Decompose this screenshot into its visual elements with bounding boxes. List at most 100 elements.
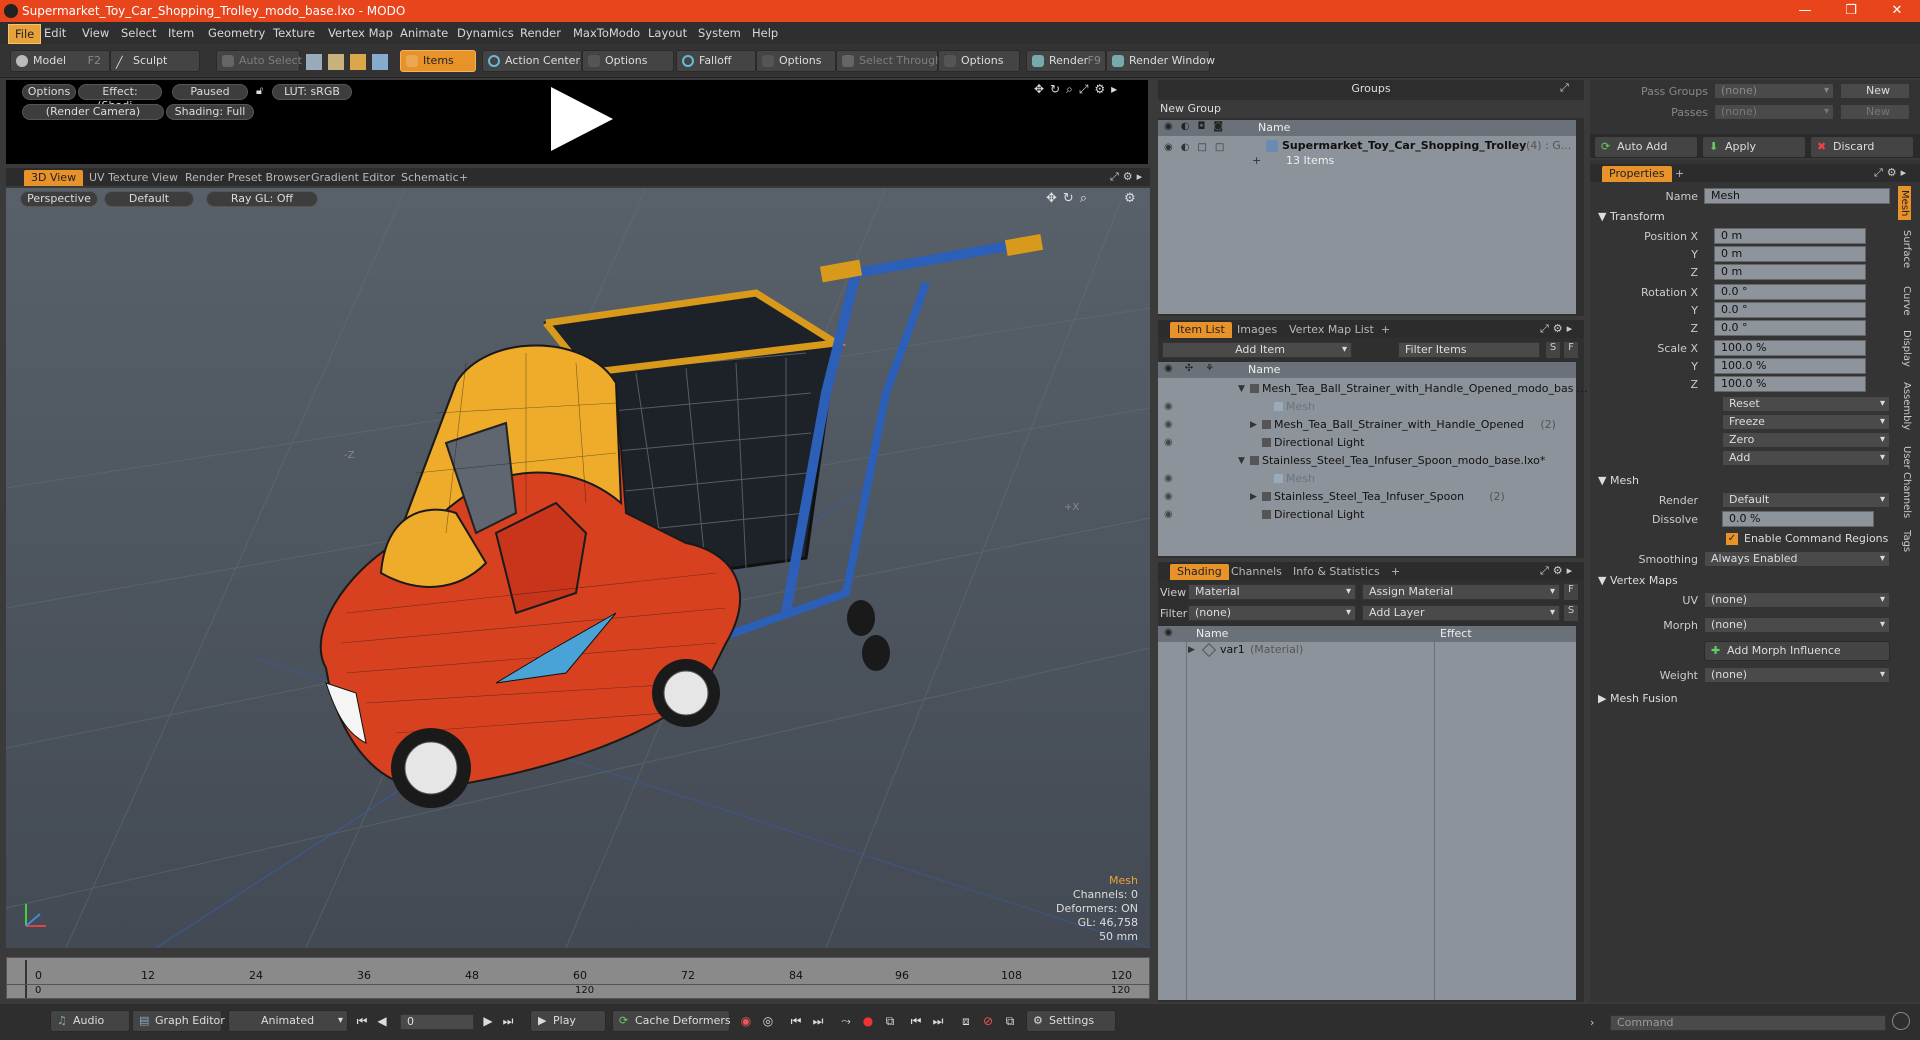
tab-shading[interactable]: Shading bbox=[1170, 564, 1229, 580]
preview-options-button[interactable]: Options bbox=[22, 84, 76, 100]
lock-icon[interactable]: 🔓︎ bbox=[256, 84, 268, 98]
add-tab-button[interactable]: + bbox=[1374, 322, 1397, 338]
skip-start-icon[interactable]: ⏮ bbox=[354, 1013, 370, 1029]
group-row-toggles[interactable]: ◉◐□□ bbox=[1164, 142, 1232, 153]
item-list-row[interactable]: ▼ Stainless_Steel_Tea_Infuser_Spoon_modo_… bbox=[1158, 452, 1576, 470]
item-list-row[interactable]: ▼ Mesh_Tea_Ball_Strainer_with_Handle_Open… bbox=[1158, 380, 1587, 398]
menu-item[interactable]: Item bbox=[168, 26, 194, 40]
panel-expand-icon[interactable]: ⤢ bbox=[1560, 81, 1569, 95]
tab-render-preset-browser[interactable]: Render Preset Browser bbox=[178, 170, 317, 186]
falloff-button[interactable]: Falloff bbox=[676, 50, 756, 72]
paused-toggle[interactable]: Paused bbox=[172, 84, 248, 100]
tab-info-statistics[interactable]: Info & Statistics bbox=[1286, 564, 1387, 580]
prev-key-icon[interactable]: ⏮ bbox=[788, 1013, 804, 1029]
visibility-eye-icon[interactable]: ◉ bbox=[1164, 416, 1173, 434]
sculpt-mode-button[interactable]: ╱ Sculpt bbox=[110, 50, 200, 72]
search-toggle-icon[interactable]: S bbox=[1546, 342, 1560, 358]
shading-style-dropdown[interactable]: Default bbox=[104, 191, 194, 207]
record-icon[interactable]: ● bbox=[860, 1013, 876, 1029]
item-list-row[interactable]: ◉ Directional Light bbox=[1158, 434, 1576, 452]
render-window-button[interactable]: Render Window bbox=[1106, 50, 1215, 72]
edges-mode-icon[interactable] bbox=[328, 54, 344, 70]
weight-dropdown[interactable]: (none) bbox=[1704, 667, 1890, 683]
smoothing-dropdown[interactable]: Always Enabled bbox=[1704, 551, 1890, 567]
play-button[interactable]: ▶ Play bbox=[530, 1010, 606, 1032]
layers-icon[interactable]: ⧈ bbox=[958, 1013, 974, 1029]
panel-controls-icon[interactable]: ⤢⚙▸ bbox=[1110, 170, 1146, 184]
expand-arrow-icon[interactable]: ▼ bbox=[1238, 452, 1245, 470]
model-mode-button[interactable]: Model F2 bbox=[10, 50, 110, 72]
render-button[interactable]: Render F9 bbox=[1026, 50, 1106, 72]
timeline-ruler[interactable]: 0 12 24 36 48 60 72 84 96 108 120 0 120 … bbox=[6, 957, 1150, 999]
key-filter-icon[interactable]: ⧉ bbox=[882, 1013, 898, 1029]
command-history-icon[interactable] bbox=[1892, 1012, 1910, 1030]
add-tab-button[interactable]: + bbox=[1384, 564, 1407, 580]
falloff-options-button[interactable]: Options bbox=[756, 50, 836, 72]
item-list-row[interactable]: ◉ Directional Light bbox=[1158, 506, 1576, 524]
new-pass-group-button[interactable]: New bbox=[1840, 83, 1910, 99]
group-expand-icon[interactable]: + bbox=[1252, 154, 1261, 167]
tab-item-list[interactable]: Item List bbox=[1170, 322, 1232, 338]
menu-render[interactable]: Render bbox=[520, 26, 561, 40]
action-center-button[interactable]: Action Center bbox=[482, 50, 582, 72]
audio-button[interactable]: ♫ Audio bbox=[50, 1010, 130, 1032]
menu-animate[interactable]: Animate bbox=[400, 26, 448, 40]
apply-button[interactable]: ⬇ Apply bbox=[1702, 136, 1806, 158]
vertex-maps-section[interactable]: ▼ Vertex Maps bbox=[1598, 574, 1678, 587]
items-mode-button[interactable]: Items bbox=[400, 50, 476, 72]
animated-dropdown[interactable]: Animated bbox=[228, 1010, 348, 1032]
effect-dropdown[interactable]: Effect: (Shadi... bbox=[78, 84, 162, 112]
maximize-button[interactable]: ❐ bbox=[1828, 0, 1874, 22]
auto-key-icon[interactable]: ⤳ bbox=[838, 1013, 854, 1029]
filter-toggle-icon[interactable]: F bbox=[1564, 584, 1578, 600]
tab-channels[interactable]: Channels bbox=[1224, 564, 1289, 580]
visibility-eye-icon[interactable]: ◉ bbox=[1164, 506, 1173, 524]
pass-groups-dropdown[interactable]: (none) bbox=[1714, 83, 1834, 99]
menu-maxtomodo[interactable]: MaxToModo bbox=[573, 26, 640, 40]
dissolve-field[interactable]: 0.0 % bbox=[1722, 511, 1874, 527]
filter-toggle-icon[interactable]: F bbox=[1564, 342, 1578, 358]
tab-3d-view[interactable]: 3D View bbox=[24, 170, 84, 186]
viewport-nav-icons[interactable]: ✥↻⌕ bbox=[1046, 191, 1093, 206]
menu-view[interactable]: View bbox=[82, 26, 109, 40]
graph-editor-button[interactable]: ▤ Graph Editor bbox=[132, 1010, 225, 1032]
step-back-icon[interactable]: ◀ bbox=[374, 1013, 390, 1029]
tab-properties[interactable]: Properties bbox=[1602, 166, 1672, 182]
tab-uv-texture-view[interactable]: UV Texture View bbox=[82, 170, 185, 186]
freeze-dropdown[interactable]: Freeze bbox=[1722, 414, 1890, 430]
add-dropdown[interactable]: Add bbox=[1722, 450, 1890, 466]
vertices-mode-icon[interactable] bbox=[306, 54, 322, 70]
minimize-button[interactable]: — bbox=[1782, 0, 1828, 22]
passes-dropdown[interactable]: (none) bbox=[1714, 104, 1834, 120]
shading-dropdown[interactable]: Shading: Full bbox=[166, 104, 254, 120]
filter-items-input[interactable]: Filter Items bbox=[1398, 342, 1540, 358]
expand-arrow-icon[interactable]: ▶ bbox=[1250, 416, 1257, 434]
frame-input[interactable]: 0 bbox=[400, 1014, 474, 1030]
lut-dropdown[interactable]: LUT: sRGB bbox=[272, 84, 352, 100]
record-key-icon[interactable]: ⊘ bbox=[980, 1013, 996, 1029]
item-list-row[interactable]: ◉ Mesh bbox=[1158, 398, 1576, 416]
play-icon[interactable] bbox=[551, 87, 613, 151]
item-list-row[interactable]: ◉ Mesh bbox=[1158, 470, 1576, 488]
close-button[interactable]: ✕ bbox=[1874, 0, 1920, 22]
new-group-button[interactable]: New Group bbox=[1160, 102, 1221, 115]
assign-material-dropdown[interactable]: Assign Material bbox=[1362, 584, 1560, 600]
tab-gradient-editor[interactable]: Gradient Editor bbox=[304, 170, 402, 186]
playhead[interactable] bbox=[25, 960, 27, 998]
position-y-field[interactable]: 0 m bbox=[1714, 246, 1866, 262]
uv-dropdown[interactable]: (none) bbox=[1704, 592, 1890, 608]
transform-section[interactable]: ▼ Transform bbox=[1598, 210, 1665, 223]
select-through-options-button[interactable]: Options bbox=[938, 50, 1020, 72]
panel-controls-icon[interactable]: ⤢⚙▸ bbox=[1540, 322, 1576, 336]
menu-texture[interactable]: Texture bbox=[273, 26, 315, 40]
side-tab-mesh[interactable]: Mesh bbox=[1898, 186, 1911, 221]
next-marker-icon[interactable]: ⏭ bbox=[930, 1013, 946, 1029]
render-dropdown[interactable]: Default bbox=[1722, 492, 1890, 508]
zero-dropdown[interactable]: Zero bbox=[1722, 432, 1890, 448]
panel-controls-icon[interactable]: ⤢⚙▸ bbox=[1540, 564, 1576, 578]
perspective-dropdown[interactable]: Perspective bbox=[20, 191, 98, 207]
menu-dynamics[interactable]: Dynamics bbox=[457, 26, 514, 40]
add-tab-button[interactable]: + bbox=[452, 170, 475, 186]
cache-deformers-button[interactable]: ⟳ Cache Deformers bbox=[612, 1010, 731, 1032]
tab-vertex-map-list[interactable]: Vertex Map List bbox=[1282, 322, 1381, 338]
